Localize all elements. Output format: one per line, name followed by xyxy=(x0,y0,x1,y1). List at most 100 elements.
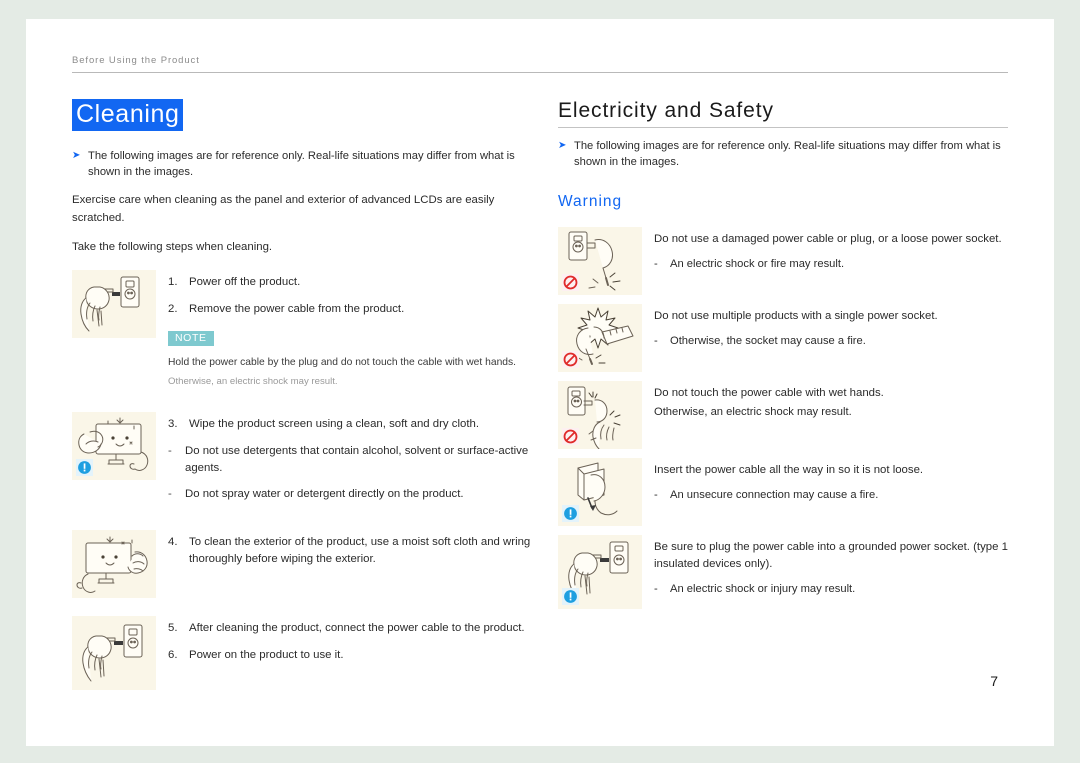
cleaning-group-3: 4. To clean the exterior of the product,… xyxy=(72,530,536,599)
dash-marker: - xyxy=(168,444,172,457)
cleaning-group-4-text: 5. After cleaning the product, connect t… xyxy=(168,616,536,690)
step-text: Wipe the product screen using a clean, s… xyxy=(189,417,479,430)
warning-title: Insert the power cable all the way in so… xyxy=(654,463,924,476)
note-text-primary: Hold the power cable by the plug and do … xyxy=(168,357,517,369)
illustration-damaged-power-cable xyxy=(558,226,642,295)
dash-text: Do not spray water or detergent directly… xyxy=(185,488,464,501)
warning-title: Be sure to plug the power cable into a g… xyxy=(654,540,1008,570)
page-content: Before Using the Product Cleaning ➤ The … xyxy=(72,55,1008,715)
warning-title: Do not use a damaged power cable or plug… xyxy=(654,232,1002,245)
cleaning-group-1: 1. Power off the product. 2. Remove the … xyxy=(72,269,536,390)
cleaning-group-2-text: 3. Wipe the product screen using a clean… xyxy=(168,412,536,512)
step-number: 5. xyxy=(168,622,178,635)
dash-item: - Do not use detergents that contain alc… xyxy=(168,443,536,477)
step-item: 4. To clean the exterior of the product,… xyxy=(168,534,536,568)
cleaning-group-3-text: 4. To clean the exterior of the product,… xyxy=(168,530,536,598)
warning-consequence-text: An electric shock or injury may result. xyxy=(670,582,856,595)
step-text: After cleaning the product, connect the … xyxy=(189,622,525,635)
warning-item: Do not use a damaged power cable or plug… xyxy=(558,226,1008,295)
two-column-layout: Cleaning ➤ The following images are for … xyxy=(72,99,1008,691)
prohibition-circle-slash-icon xyxy=(562,350,579,368)
cleaning-group-2: 3. Wipe the product screen using a clean… xyxy=(72,411,536,512)
note-callout: NOTE Hold the power cable by the plug an… xyxy=(168,328,536,390)
illustration-multiple-plugs-power-strip xyxy=(558,303,642,372)
left-reference-note: ➤ The following images are for reference… xyxy=(72,148,536,180)
page-number: 7 xyxy=(990,673,998,689)
section-title-divider xyxy=(558,127,1008,129)
warning-consequence: - Otherwise, the socket may cause a fire… xyxy=(654,333,1008,350)
warning-consequence-text: An electric shock or fire may result. xyxy=(670,257,845,270)
illustration-hand-plugging-into-grounded-socket xyxy=(558,534,642,609)
warning-consequence-text: Otherwise, an electric shock may result. xyxy=(654,405,852,418)
warning-consequence: - An electric shock or injury may result… xyxy=(654,581,1008,598)
warning-item: Be sure to plug the power cable into a g… xyxy=(558,534,1008,609)
illustration-hand-unplugging-power-cable xyxy=(72,269,156,338)
step-item: 5. After cleaning the product, connect t… xyxy=(168,620,536,637)
cleaning-group-1-text: 1. Power off the product. 2. Remove the … xyxy=(168,270,536,390)
step-item: 3. Wipe the product screen using a clean… xyxy=(168,416,536,433)
dash-marker: - xyxy=(654,488,658,501)
warning-title: Do not use multiple products with a sing… xyxy=(654,309,938,322)
exclamation-info-icon xyxy=(562,587,579,605)
step-text: To clean the exterior of the product, us… xyxy=(189,536,531,566)
left-column: Cleaning ➤ The following images are for … xyxy=(72,99,536,691)
prohibition-circle-slash-icon xyxy=(562,427,579,445)
dash-text: Do not use detergents that contain alcoh… xyxy=(185,444,529,475)
right-reference-note: ➤ The following images are for reference… xyxy=(558,138,1008,170)
dash-marker: - xyxy=(654,257,658,270)
subheading-warning: Warning xyxy=(558,192,623,210)
step-text: Power off the product. xyxy=(189,275,301,288)
double-chevron-right-icon: ➤ xyxy=(558,140,567,152)
step-item: 1. Power off the product. xyxy=(168,274,536,291)
illustration-wet-hand-touching-power-cable xyxy=(558,380,642,449)
step-number: 1. xyxy=(168,275,178,288)
step-item: 6. Power on the product to use it. xyxy=(168,647,536,664)
double-chevron-right-icon: ➤ xyxy=(72,150,81,161)
dash-marker: - xyxy=(654,582,658,595)
left-reference-note-text: The following images are for reference o… xyxy=(88,150,515,179)
step-text: Remove the power cable from the product. xyxy=(189,302,405,315)
warning-item-text: Be sure to plug the power cable into a g… xyxy=(654,535,1008,609)
cleaning-group-4: 5. After cleaning the product, connect t… xyxy=(72,616,536,691)
exclamation-info-icon xyxy=(562,504,579,522)
warning-title: Do not touch the power cable with wet ha… xyxy=(654,386,884,399)
warning-item-text: Do not use multiple products with a sing… xyxy=(654,304,1008,372)
step-item: 2. Remove the power cable from the produ… xyxy=(168,301,536,318)
warning-item-text: Do not touch the power cable with wet ha… xyxy=(654,381,1008,449)
note-badge: NOTE xyxy=(168,331,214,347)
exclamation-info-icon xyxy=(76,458,93,476)
dash-item: - Do not spray water or detergent direct… xyxy=(168,486,536,503)
cleaning-paragraph-2: Take the following steps when cleaning. xyxy=(72,240,273,253)
dash-marker: - xyxy=(168,488,172,501)
step-text: Power on the product to use it. xyxy=(189,649,344,662)
dash-marker: - xyxy=(654,334,658,347)
header-divider xyxy=(72,72,1008,73)
right-column: Electricity and Safety ➤ The following i… xyxy=(558,99,1008,690)
section-title-electricity-and-safety: Electricity and Safety xyxy=(558,99,774,122)
page-sheet: Before Using the Product Cleaning ➤ The … xyxy=(26,19,1054,746)
warning-item-text: Do not use a damaged power cable or plug… xyxy=(654,227,1008,295)
warning-item: Do not use multiple products with a sing… xyxy=(558,303,1008,372)
prohibition-circle-slash-icon xyxy=(562,273,579,291)
step-number: 3. xyxy=(168,417,178,430)
warning-item: Insert the power cable all the way in so… xyxy=(558,457,1008,526)
step-number: 6. xyxy=(168,649,178,662)
step-number: 4. xyxy=(168,536,178,549)
illustration-hand-wiping-monitor-exterior xyxy=(72,530,156,599)
warning-consequence-text: An unsecure connection may cause a fire. xyxy=(670,488,879,501)
page-title-cleaning: Cleaning xyxy=(72,99,184,131)
step-number: 2. xyxy=(168,302,178,315)
warning-item: Do not touch the power cable with wet ha… xyxy=(558,380,1008,449)
warning-consequence: - An unsecure connection may cause a fir… xyxy=(654,487,1008,504)
illustration-plug-inserted-fully-into-socket xyxy=(558,457,642,526)
right-reference-note-text: The following images are for reference o… xyxy=(574,140,1001,169)
warning-consequence: - An electric shock or fire may result. xyxy=(654,256,1008,273)
illustration-hand-wiping-monitor-screen xyxy=(72,411,156,480)
warning-consequence-text: Otherwise, the socket may cause a fire. xyxy=(670,334,866,347)
warning-item-text: Insert the power cable all the way in so… xyxy=(654,458,1008,526)
cleaning-paragraph-1: Exercise care when cleaning as the panel… xyxy=(72,194,495,224)
cleaning-heading-wrap: Cleaning xyxy=(72,99,536,131)
note-text-secondary: Otherwise, an electric shock may result. xyxy=(168,376,338,388)
running-header: Before Using the Product xyxy=(72,55,200,66)
